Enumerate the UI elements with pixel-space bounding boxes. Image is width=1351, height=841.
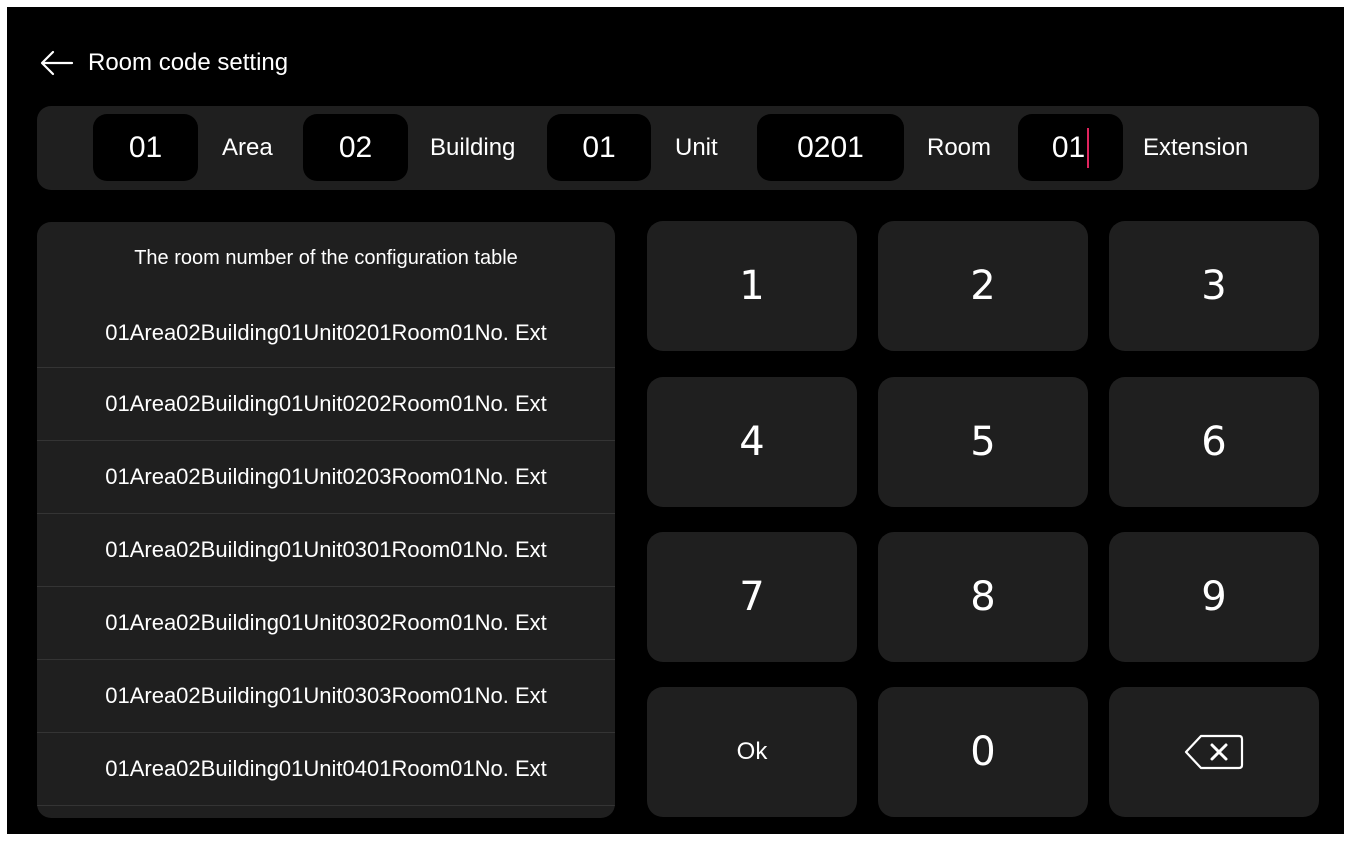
backspace-icon xyxy=(1183,732,1245,772)
ok-button[interactable]: Ok xyxy=(647,687,857,817)
backspace-button[interactable] xyxy=(1109,687,1319,817)
unit-value-field[interactable]: 01 xyxy=(547,114,651,181)
table-row[interactable]: 01Area02Building01Unit0401Room01No. Ext xyxy=(37,733,615,806)
key-1-button[interactable]: 1 xyxy=(647,221,857,351)
page-title: Room code setting xyxy=(88,49,289,76)
key-2-button[interactable]: 2 xyxy=(878,221,1088,351)
configuration-table: The room number of the configuration tab… xyxy=(37,222,615,818)
key-8-button[interactable]: 8 xyxy=(878,532,1088,662)
table-title: The room number of the configuration tab… xyxy=(134,246,518,269)
unit-label: Unit xyxy=(675,133,718,161)
screen: Room code setting 01 Area 02 Building 01… xyxy=(7,7,1344,834)
key-9-button[interactable]: 9 xyxy=(1109,532,1319,662)
header: Room code setting xyxy=(40,37,288,89)
key-5-button[interactable]: 5 xyxy=(878,377,1088,507)
table-row[interactable]: 01Area02Building01Unit0303Room01No. Ext xyxy=(37,660,615,733)
back-arrow-icon[interactable] xyxy=(40,46,74,80)
room-value-field[interactable]: 0201 xyxy=(757,114,904,181)
building-value-field[interactable]: 02 xyxy=(303,114,408,181)
key-4-button[interactable]: 4 xyxy=(647,377,857,507)
table-row[interactable]: 01Area02Building01Unit0302Room01No. Ext xyxy=(37,587,615,660)
extension-value-field[interactable]: 01 xyxy=(1018,114,1123,181)
building-label: Building xyxy=(430,133,516,161)
key-3-button[interactable]: 3 xyxy=(1109,221,1319,351)
area-value-field[interactable]: 01 xyxy=(93,114,198,181)
key-7-button[interactable]: 7 xyxy=(647,532,857,662)
room-label: Room xyxy=(927,133,992,161)
extension-value: 01 xyxy=(1051,130,1086,164)
area-label: Area xyxy=(222,133,273,161)
table-row[interactable]: 01Area02Building01Unit0201Room01No. Ext xyxy=(37,298,615,368)
room-code-bar: 01 Area 02 Building 01 Unit 0201 Room 01… xyxy=(37,106,1319,190)
table-row[interactable]: 01Area02Building01Unit0202Room01No. Ext xyxy=(37,368,615,441)
table-row[interactable]: 01Area02Building01Unit0301Room01No. Ext xyxy=(37,514,615,587)
table-row[interactable]: 01Area02Building01Unit0203Room01No. Ext xyxy=(37,441,615,514)
key-6-button[interactable]: 6 xyxy=(1109,377,1319,507)
text-cursor xyxy=(1087,127,1090,168)
key-0-button[interactable]: 0 xyxy=(878,687,1088,817)
extension-label: Extension xyxy=(1143,133,1249,161)
